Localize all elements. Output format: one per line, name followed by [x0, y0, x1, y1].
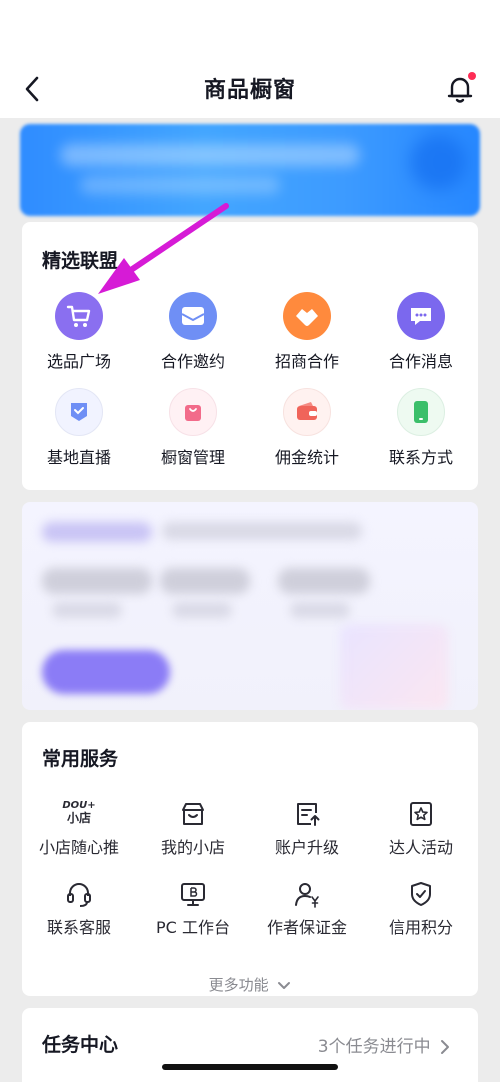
- handshake-icon: [283, 292, 331, 340]
- home-indicator: [162, 1064, 338, 1070]
- alliance-item-label: 基地直播: [46, 448, 111, 467]
- alliance-item-commission[interactable]: 佣金统计: [250, 388, 364, 478]
- live-badge-icon: [55, 388, 103, 436]
- store-icon: [182, 803, 204, 825]
- task-center-title: 任务中心: [42, 1034, 119, 1056]
- page-title: 商品橱窗: [203, 78, 296, 103]
- task-center-card[interactable]: 任务中心 3个任务进行中: [22, 1008, 478, 1082]
- alliance-item-label: 橱窗管理: [160, 448, 225, 467]
- service-customer-support[interactable]: 联系客服: [22, 880, 136, 950]
- service-label: 小店随心推: [38, 838, 119, 857]
- service-label: 账户升级: [274, 838, 339, 857]
- alliance-item-label: 招商合作: [274, 352, 339, 371]
- service-label: 达人活动: [388, 838, 453, 857]
- alliance-item-merchant[interactable]: 招商合作: [250, 292, 364, 382]
- envelope-icon: [169, 292, 217, 340]
- alliance-card: 精选联盟 选品广场 合作邀约 招商合作 合作消息 基地直播 橱窗管理 佣金统计 …: [22, 222, 478, 490]
- alliance-item-label: 佣金统计: [274, 448, 339, 467]
- alliance-item-label: 联系方式: [388, 448, 453, 467]
- alliance-item-contact[interactable]: 联系方式: [364, 388, 478, 478]
- service-credit-score[interactable]: 信用积分: [364, 880, 478, 950]
- star-badge-icon: [410, 802, 432, 826]
- chat-bubble-icon: [397, 292, 445, 340]
- alliance-item-invite[interactable]: 合作邀约: [136, 292, 250, 382]
- service-label: 我的小店: [160, 838, 225, 857]
- service-label: PC 工作台: [156, 918, 230, 937]
- promo-banner[interactable]: [20, 124, 480, 216]
- alliance-item-product-square[interactable]: 选品广场: [22, 292, 136, 382]
- phone-icon: [397, 388, 445, 436]
- service-account-upgrade[interactable]: 账户升级: [250, 800, 364, 870]
- alliance-item-messages[interactable]: 合作消息: [364, 292, 478, 382]
- service-label: 信用积分: [388, 918, 453, 937]
- service-label: 作者保证金: [266, 918, 347, 937]
- notification-button[interactable]: [444, 72, 476, 106]
- alliance-item-label: 选品广场: [46, 352, 111, 371]
- service-label: 联系客服: [46, 918, 111, 937]
- service-creator-activity[interactable]: 达人活动: [364, 800, 478, 870]
- alliance-item-label: 合作邀约: [160, 352, 225, 371]
- service-dou-plus[interactable]: DOU+ 小店 小店随心推: [22, 800, 136, 870]
- user-deposit-icon: [295, 883, 319, 908]
- task-status: 3个任务进行中: [318, 1032, 450, 1057]
- alliance-item-window-manage[interactable]: 橱窗管理: [136, 388, 250, 478]
- chevron-down-icon: [278, 981, 291, 989]
- more-functions-button[interactable]: 更多功能: [22, 974, 478, 995]
- shopping-bag-icon: [169, 388, 217, 436]
- top-bar: 商品橱窗: [0, 0, 500, 118]
- alliance-item-base-live[interactable]: 基地直播: [22, 388, 136, 478]
- more-functions-label: 更多功能: [208, 976, 269, 994]
- blurred-promo-card[interactable]: [22, 502, 478, 710]
- dou-plus-icon: DOU+ 小店: [62, 800, 96, 825]
- wallet-icon: [283, 388, 331, 436]
- notification-dot: [468, 72, 476, 80]
- service-creator-deposit[interactable]: 作者保证金: [250, 880, 364, 950]
- shield-check-icon: [411, 882, 431, 906]
- service-pc-workbench[interactable]: PC 工作台: [136, 880, 250, 950]
- alliance-item-label: 合作消息: [388, 352, 453, 371]
- chevron-right-icon: [441, 1040, 449, 1054]
- shopping-cart-icon: [55, 292, 103, 340]
- account-upgrade-icon: [297, 803, 320, 826]
- services-card: 常用服务 DOU+ 小店 小店随心推 我的小店 账户升级 达人活动 联系客服 P…: [22, 722, 478, 996]
- service-my-store[interactable]: 我的小店: [136, 800, 250, 870]
- pc-monitor-icon: [181, 883, 205, 906]
- services-title: 常用服务: [42, 748, 119, 770]
- headset-icon: [67, 883, 91, 907]
- alliance-title: 精选联盟: [42, 250, 119, 272]
